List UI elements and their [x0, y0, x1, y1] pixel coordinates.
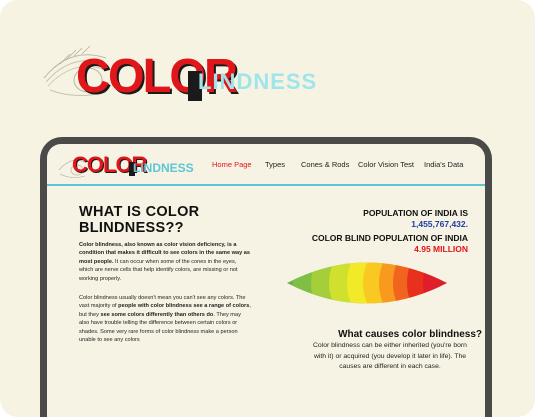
- intro-paragraph: Color blindness, also known as color vis…: [79, 241, 251, 283]
- nav-types[interactable]: Types: [265, 160, 285, 169]
- header-divider: [47, 184, 485, 186]
- hero-logo-blindness-text: LINDNESS: [198, 69, 318, 94]
- nav-indias-data[interactable]: India's Data: [424, 160, 463, 169]
- site-header: COLOR LINDNESS Home Page Types Cones & R…: [47, 144, 485, 184]
- detail-paragraph: Color blindness usually doesn't mean you…: [79, 294, 251, 344]
- detail-bold-1: people with color blindness see a range …: [118, 303, 250, 310]
- color-blind-label: COLOR BLIND POPULATION OF INDIA: [311, 233, 468, 243]
- site-logo-blindness-text: LINDNESS: [133, 161, 194, 175]
- nav-cones-rods[interactable]: Cones & Rods: [301, 160, 349, 169]
- population-label: POPULATION OF INDIA IS: [363, 208, 468, 218]
- hero-logo: COLOR LINDNESS: [40, 38, 340, 108]
- nav-color-vision-test[interactable]: Color Vision Test: [358, 160, 414, 169]
- website-screen: COLOR LINDNESS Home Page Types Cones & R…: [47, 144, 485, 417]
- eye-spectrum-graphic: [287, 262, 447, 304]
- page-card: COLOR LINDNESS COLOR LINDNESS Home Page …: [0, 0, 535, 417]
- causes-title: What causes color blindness?: [338, 329, 482, 340]
- population-value: 1,455,767,432.: [411, 219, 468, 229]
- site-logo[interactable]: COLOR LINDNESS: [57, 150, 207, 182]
- nav-home[interactable]: Home Page: [212, 160, 252, 169]
- color-blind-value: 4.95 MILLION: [414, 244, 468, 254]
- causes-text: Color blindness can be either inherited …: [313, 342, 467, 370]
- detail-bold-2: see some colors differently than others …: [100, 311, 214, 318]
- page-title: WHAT IS COLOR BLINDNESS??: [79, 204, 200, 236]
